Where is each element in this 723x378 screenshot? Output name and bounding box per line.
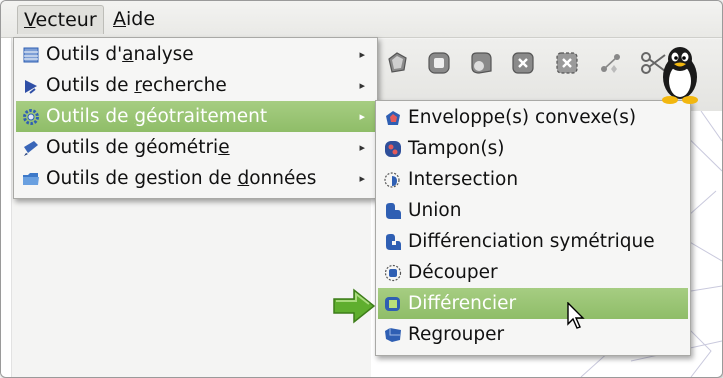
menu-item-analysis-tools[interactable]: Outils d'analyse ▸ xyxy=(16,39,375,70)
buffer-tool-icon xyxy=(428,52,450,74)
submenu-arrow-icon: ▸ xyxy=(359,79,365,92)
menu-vecteur[interactable]: Vecteur xyxy=(17,5,104,34)
clip-icon xyxy=(384,264,402,282)
menu-item-label: Intersection xyxy=(408,169,519,190)
menu-item-label: Outils de recherche xyxy=(46,75,227,96)
submenu-arrow-icon: ▸ xyxy=(359,172,365,185)
node-tool-icon xyxy=(601,54,620,73)
menu-item-data-management-tools[interactable]: Outils de gestion de données ▸ xyxy=(16,163,375,194)
menu-item-label: Union xyxy=(408,200,462,221)
menu-item-buffer[interactable]: Tampon(s) xyxy=(378,133,688,164)
vector-menu: Outils d'analyse ▸ Outils de recherche ▸… xyxy=(13,37,378,199)
menu-vecteur-label: ecteur xyxy=(35,9,97,31)
menu-item-label: Différencier xyxy=(408,293,517,314)
convex-hull-icon xyxy=(384,109,402,127)
menu-item-label: Enveloppe(s) convexe(s) xyxy=(408,107,637,128)
menu-item-research-tools[interactable]: Outils de recherche ▸ xyxy=(16,70,375,101)
symmetric-difference-icon xyxy=(384,233,402,251)
menu-item-label: Outils de gestion de données xyxy=(46,168,317,189)
toolbar-union-button[interactable] xyxy=(467,49,495,77)
toolbar-buffer-button[interactable] xyxy=(425,49,453,77)
difference-icon xyxy=(384,295,402,313)
toolbar-intersect-button[interactable] xyxy=(509,49,537,77)
folder-icon xyxy=(22,170,40,188)
submenu-arrow-icon: ▸ xyxy=(359,48,365,61)
menu-item-difference[interactable]: Différencier xyxy=(378,288,688,319)
union-tool-icon xyxy=(471,52,492,74)
green-pointer-arrow-icon xyxy=(333,288,376,324)
toolbar-snap-button[interactable] xyxy=(597,49,625,77)
menu-item-label: Outils de géotraitement xyxy=(46,106,268,127)
mouse-cursor-icon xyxy=(567,302,585,329)
menu-item-intersection[interactable]: Intersection xyxy=(378,164,688,195)
submenu-arrow-icon: ▸ xyxy=(359,110,365,123)
menu-aide-mnemonic: A xyxy=(113,8,126,30)
polygon-tool-icon xyxy=(388,52,407,73)
left-panel-edge xyxy=(1,37,12,377)
menu-aide[interactable]: Aide xyxy=(107,5,161,33)
menu-item-label: Outils de géométrie xyxy=(46,137,230,158)
clip-tool-icon xyxy=(556,52,578,74)
menu-aide-label: ide xyxy=(126,8,156,30)
geoprocessing-submenu: Enveloppe(s) convexe(s) Tampon(s) Inters… xyxy=(375,100,691,356)
menu-item-symmetric-difference[interactable]: Différenciation symétrique xyxy=(378,226,688,257)
search-tool-icon xyxy=(22,77,40,95)
menu-item-geoprocessing-tools[interactable]: Outils de géotraitement ▸ xyxy=(16,101,375,132)
geometry-pen-icon xyxy=(22,139,40,157)
menu-bar: Vecteur Aide xyxy=(1,1,722,38)
toolbar-hull-button[interactable] xyxy=(383,49,411,77)
buffer-icon xyxy=(384,140,402,158)
menu-item-union[interactable]: Union xyxy=(378,195,688,226)
dissolve-icon xyxy=(384,326,402,344)
menu-item-label: Outils d'analyse xyxy=(46,44,194,65)
intersection-icon xyxy=(384,171,402,189)
application-window: Vecteur Aide Outils d'analyse ▸ Outils d… xyxy=(0,0,723,378)
table-icon xyxy=(22,46,40,64)
menu-item-label: Découper xyxy=(408,262,498,283)
menu-item-label: Regrouper xyxy=(408,324,505,345)
geoprocessing-gear-icon xyxy=(22,108,40,126)
menu-vecteur-mnemonic: V xyxy=(24,9,36,31)
menu-item-label: Différenciation symétrique xyxy=(408,231,655,252)
menu-item-label: Tampon(s) xyxy=(408,138,505,159)
submenu-arrow-icon: ▸ xyxy=(359,141,365,154)
menu-item-geometry-tools[interactable]: Outils de géométrie ▸ xyxy=(16,132,375,163)
intersect-tool-icon xyxy=(512,52,534,74)
toolbar-clip-button[interactable] xyxy=(553,49,581,77)
penguin-mascot-icon xyxy=(662,47,698,104)
union-icon xyxy=(384,202,402,220)
menu-item-dissolve[interactable]: Regrouper xyxy=(378,319,688,350)
menu-item-convex-hull[interactable]: Enveloppe(s) convexe(s) xyxy=(378,102,688,133)
menu-item-clip[interactable]: Découper xyxy=(378,257,688,288)
